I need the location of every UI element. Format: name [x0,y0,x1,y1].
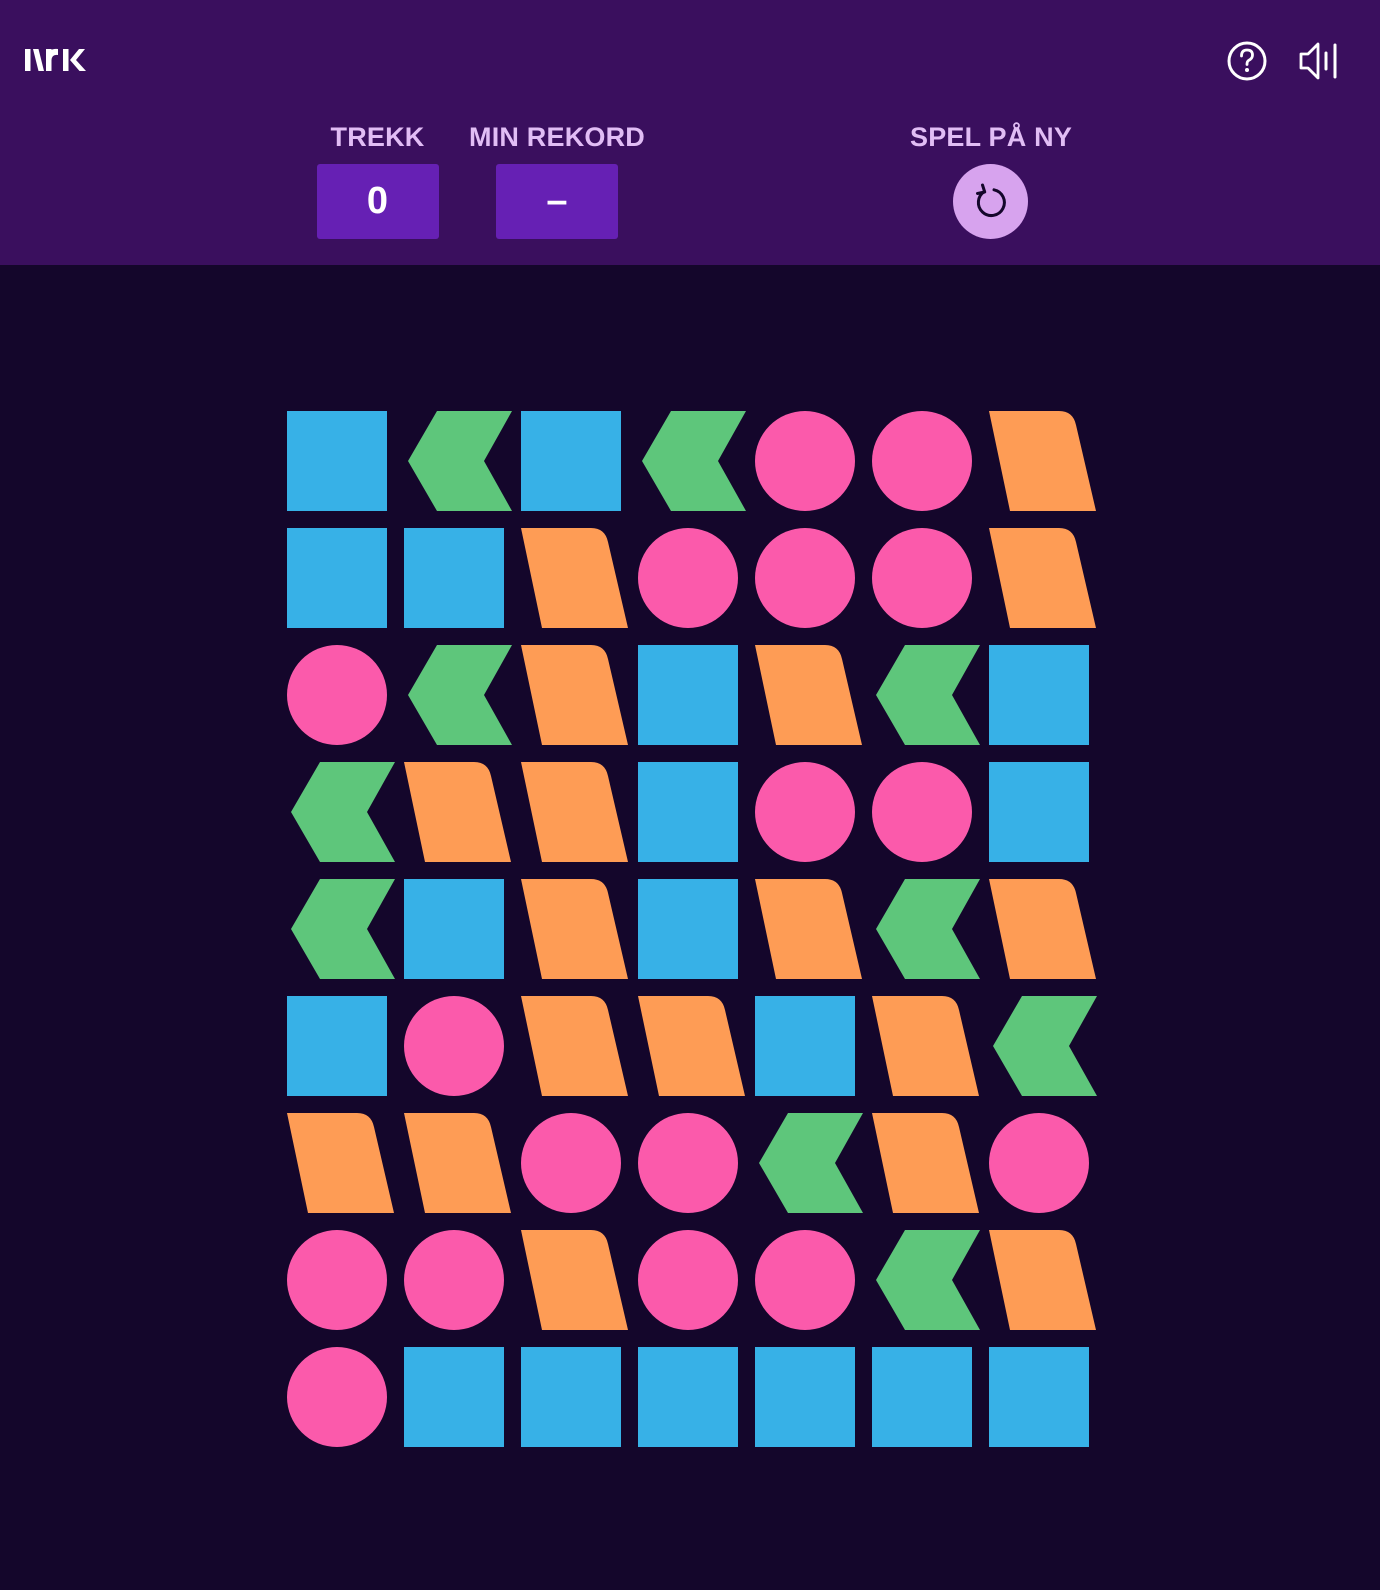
chevron-tile[interactable] [876,645,980,745]
parallelogram-tile[interactable] [872,1113,979,1213]
square-tile[interactable] [404,879,504,979]
square-tile[interactable] [521,1347,621,1447]
chevron-tile[interactable] [408,411,512,511]
parallelogram-tile[interactable] [521,528,628,628]
restart-arrow-icon [976,183,1006,217]
parallelogram-tile[interactable] [404,762,511,862]
parallelogram-tile[interactable] [404,1113,511,1213]
replay-label: SPEL PÅ NY [910,122,1073,152]
circle-tile[interactable] [404,1230,504,1330]
square-tile[interactable] [638,762,738,862]
chevron-tile[interactable] [291,762,395,862]
parallelogram-tile[interactable] [989,879,1096,979]
chevron-tile[interactable] [642,411,746,511]
circle-tile[interactable] [755,528,855,628]
circle-tile[interactable] [872,528,972,628]
circle-tile[interactable] [638,1113,738,1213]
square-tile[interactable] [989,1347,1089,1447]
chevron-tile[interactable] [876,879,980,979]
moves-label: TREKK [330,122,425,152]
record-counter: MIN REKORD – [462,121,652,239]
parallelogram-tile[interactable] [755,645,862,745]
square-tile[interactable] [404,528,504,628]
circle-tile[interactable] [404,996,504,1096]
chevron-tile[interactable] [291,879,395,979]
circle-tile[interactable] [755,762,855,862]
parallelogram-tile[interactable] [638,996,745,1096]
moves-value: 0 [316,164,439,239]
circle-tile[interactable] [872,411,972,511]
replay-section: SPEL PÅ NY [910,121,1073,239]
chevron-tile[interactable] [759,1113,863,1213]
square-tile[interactable] [287,528,387,628]
record-label: MIN REKORD [469,122,645,152]
game-board [0,265,1380,1590]
question-circle-icon [1227,41,1267,81]
square-tile[interactable] [989,762,1089,862]
square-tile[interactable] [638,645,738,745]
record-value: – [496,164,618,239]
square-tile[interactable] [287,996,387,1096]
square-tile[interactable] [755,1347,855,1447]
square-tile[interactable] [521,411,621,511]
circle-tile[interactable] [755,1230,855,1330]
circle-tile[interactable] [521,1113,621,1213]
parallelogram-tile[interactable] [989,1230,1096,1330]
circle-tile[interactable] [287,1347,387,1447]
sound-toggle-button[interactable] [1297,38,1343,84]
help-button[interactable] [1224,38,1270,84]
circle-tile[interactable] [872,762,972,862]
parallelogram-tile[interactable] [989,528,1096,628]
square-tile[interactable] [872,1347,972,1447]
nrk-logo[interactable] [25,44,93,74]
square-tile[interactable] [287,411,387,511]
parallelogram-tile[interactable] [755,879,862,979]
replay-button[interactable] [952,164,1028,239]
speaker-icon [1299,42,1337,80]
chevron-tile[interactable] [408,645,512,745]
chevron-tile[interactable] [993,996,1097,1096]
top-bar: TREKK 0 MIN REKORD – SPEL PÅ NY [0,0,1380,265]
circle-tile[interactable] [638,1230,738,1330]
square-tile[interactable] [638,879,738,979]
circle-tile[interactable] [287,1230,387,1330]
chevron-tile[interactable] [876,1230,980,1330]
square-tile[interactable] [638,1347,738,1447]
square-tile[interactable] [404,1347,504,1447]
circle-tile[interactable] [755,411,855,511]
parallelogram-tile[interactable] [989,411,1096,511]
circle-tile[interactable] [638,528,738,628]
parallelogram-tile[interactable] [521,762,628,862]
parallelogram-tile[interactable] [872,996,979,1096]
circle-tile[interactable] [287,645,387,745]
square-tile[interactable] [755,996,855,1096]
circle-tile[interactable] [989,1113,1089,1213]
parallelogram-tile[interactable] [521,645,628,745]
parallelogram-tile[interactable] [521,996,628,1096]
board-canvas [287,411,1097,1447]
moves-counter: TREKK 0 [300,121,455,239]
parallelogram-tile[interactable] [521,1230,628,1330]
square-tile[interactable] [989,645,1089,745]
parallelogram-tile[interactable] [287,1113,394,1213]
parallelogram-tile[interactable] [521,879,628,979]
